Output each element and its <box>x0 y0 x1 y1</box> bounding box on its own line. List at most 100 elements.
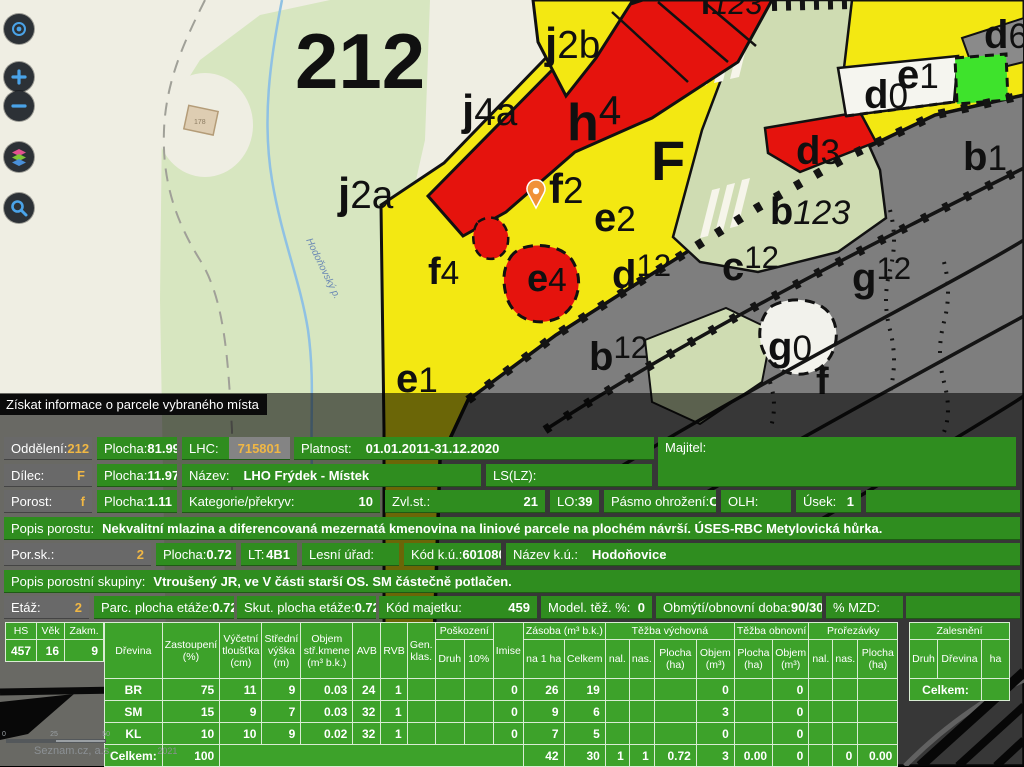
table-cell: 9 <box>523 701 564 723</box>
table-cell <box>464 701 493 723</box>
column-header: Dřevina <box>105 623 163 679</box>
table-cell: 0 <box>773 745 809 767</box>
column-header: Druh <box>910 640 938 679</box>
column-header: Plocha(ha) <box>654 640 696 679</box>
table-cell <box>833 679 858 701</box>
table-cell: 32 <box>353 723 381 745</box>
field-kategorie: Kategorie/překryv: 10 <box>182 490 380 513</box>
field-kod-ku: Kód k.ú.: 601080 <box>404 543 501 566</box>
layers-button[interactable] <box>4 142 34 172</box>
map-label: f4 <box>428 251 459 293</box>
map-label: f123 <box>700 0 762 22</box>
table-cell: 0 <box>773 679 809 701</box>
column-header: nal. <box>605 640 629 679</box>
stand-table-zalesneni: ZalesněníDruhDřevinahaCelkem: <box>909 622 1010 701</box>
field-parc-plocha: Parc. plocha etáže: 0.72 <box>94 596 234 619</box>
map-label: f2 <box>549 165 584 212</box>
table-cell: 16 <box>37 640 65 662</box>
table-cell <box>407 679 435 701</box>
table-cell <box>605 701 629 723</box>
table-cell <box>858 679 898 701</box>
stand-table-zalesneni: ZalesněníDruhDřevinahaCelkem: <box>909 622 1010 701</box>
field-porost: Porost: f <box>4 490 92 513</box>
column-header: nas. <box>629 640 654 679</box>
minus-icon <box>9 96 29 116</box>
map-label: 212 <box>295 17 425 105</box>
table-cell: 6 <box>564 701 605 723</box>
scale-bar <box>6 739 106 743</box>
table-cell <box>464 679 493 701</box>
map-label: g0 <box>768 325 812 369</box>
table-cell: 1 <box>381 679 407 701</box>
table-cell: 1 <box>629 745 654 767</box>
search-button[interactable] <box>4 193 34 223</box>
field-oddeleni: Oddělení: 212 <box>4 437 92 460</box>
column-group-header: Poškození <box>435 623 493 640</box>
stand-table-left: HSVěkZakm.457169 <box>5 622 104 662</box>
table-cell <box>982 679 1010 701</box>
table-cell <box>858 723 898 745</box>
table-cell: 457 <box>6 640 37 662</box>
column-header: nal. <box>809 640 833 679</box>
table-cell <box>629 723 654 745</box>
table-cell: Celkem: <box>910 679 982 701</box>
column-header: Plocha(ha) <box>734 640 772 679</box>
field-lt: LT: 4B1 <box>241 543 297 566</box>
table-cell <box>407 723 435 745</box>
table-cell: SM <box>105 701 163 723</box>
field-lo: LO: 39 <box>550 490 599 513</box>
table-cell <box>833 723 858 745</box>
table-cell: 26 <box>523 679 564 701</box>
table-row: 457169 <box>6 640 104 662</box>
map-text: 178 <box>194 119 206 126</box>
field-popis-porostu: Popis porostu: Nekvalitní mlazina a dife… <box>4 517 1020 540</box>
row-porost: Porost: f Plocha: 1.11 Kategorie/překryv… <box>4 490 1020 513</box>
app-root: 212j2bj4ah4j2af2e2Ff4e4d12c12g12b123b12g… <box>0 0 1024 766</box>
column-header: HS <box>6 623 37 640</box>
table-cell: 0.00 <box>734 745 772 767</box>
field-mzd: % MZD: <box>826 596 903 619</box>
table-cell <box>407 701 435 723</box>
column-group-header: Těžba obnovní <box>734 623 808 640</box>
zoom-in-button[interactable] <box>4 62 34 92</box>
field-platnost: Platnost: 01.01.2011-31.12.2020 <box>294 437 654 460</box>
field-olh: OLH: <box>721 490 791 513</box>
field-dilec: Dílec: F <box>4 464 92 487</box>
locate-button[interactable] <box>4 14 34 44</box>
map-label: d3 <box>796 129 840 173</box>
table-cell: 75 <box>162 679 220 701</box>
row-etaz: Etáž: 2 Parc. plocha etáže: 0.72 Skut. p… <box>4 596 1020 619</box>
table-cell <box>629 679 654 701</box>
zoom-out-button[interactable] <box>4 91 34 121</box>
table-cell: 0.72 <box>654 745 696 767</box>
field-etaz: Etáž: 2 <box>4 596 89 619</box>
table-cell <box>654 701 696 723</box>
table-cell: 0.03 <box>301 679 353 701</box>
field-lhc: LHC: 715801 <box>182 437 290 460</box>
row-porsk: Por.sk.: 2 Plocha: 0.72 LT: 4B1 Lesní úř… <box>4 543 1020 566</box>
table-cell <box>435 723 464 745</box>
table-cell: 0 <box>696 723 734 745</box>
table-cell: 3 <box>696 745 734 767</box>
scale-ticks: 02550 <box>2 731 110 738</box>
attribution-year: 2021 <box>157 746 177 756</box>
column-group-header: Prořezávky <box>809 623 898 640</box>
map-label: j2b <box>544 19 600 68</box>
table-cell: 9 <box>220 701 262 723</box>
table-cell: 0 <box>696 679 734 701</box>
column-header: Věk <box>37 623 65 640</box>
column-header: Dřevina <box>938 640 982 679</box>
layers-icon <box>9 147 29 167</box>
map-label: e4 <box>527 258 567 300</box>
table-cell <box>734 723 772 745</box>
table-cell: 0 <box>773 723 809 745</box>
table-cell <box>435 679 464 701</box>
column-header: Zakm. <box>65 623 104 640</box>
table-cell: 9 <box>262 679 301 701</box>
table-cell <box>654 679 696 701</box>
info-tooltip: Získat informace o parcele vybraného mís… <box>0 394 267 415</box>
column-header: RVB <box>381 623 407 679</box>
field-nazev: Název: LHO Frýdek - Místek <box>182 464 481 487</box>
table-cell: 15 <box>162 701 220 723</box>
empty-cell <box>906 596 1020 619</box>
